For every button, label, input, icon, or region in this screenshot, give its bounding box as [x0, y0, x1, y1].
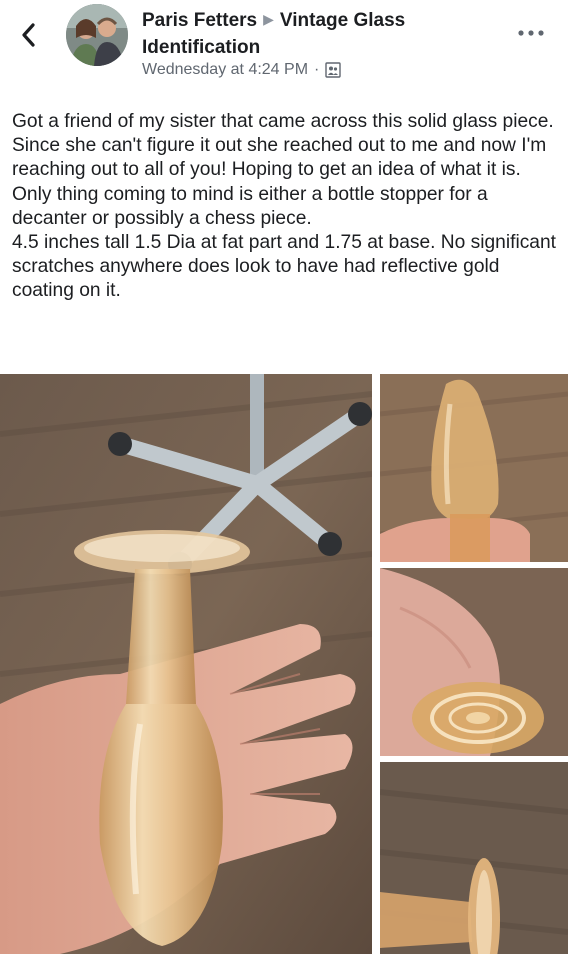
author-name[interactable]: Paris Fetters	[142, 10, 257, 31]
photo-thumbnail-1[interactable]	[380, 374, 568, 562]
post-body: Got a friend of my sister that came acro…	[12, 111, 556, 302]
group-audience-icon	[325, 62, 342, 78]
photo-main[interactable]	[0, 374, 372, 954]
back-button[interactable]	[14, 20, 44, 50]
timestamp[interactable]: Wednesday at 4:24 PM	[142, 61, 308, 79]
triangle-right-icon: ▶	[263, 11, 274, 27]
photo-thumbnail-2[interactable]	[380, 568, 568, 756]
meta-separator: ·	[314, 61, 320, 78]
photo-thumbnail-3[interactable]	[380, 762, 568, 954]
more-options-button[interactable]	[516, 26, 546, 40]
avatar[interactable]	[66, 4, 128, 66]
chevron-left-icon	[22, 23, 35, 47]
post-header: Paris Fetters ▶ Vintage Glass Identificati…	[0, 0, 568, 96]
more-horizontal-icon	[518, 30, 544, 36]
post-meta: Wednesday at 4:24 PM ·	[142, 61, 342, 79]
post-title: Paris Fetters ▶ Vintage Glass Identificati…	[142, 6, 502, 61]
